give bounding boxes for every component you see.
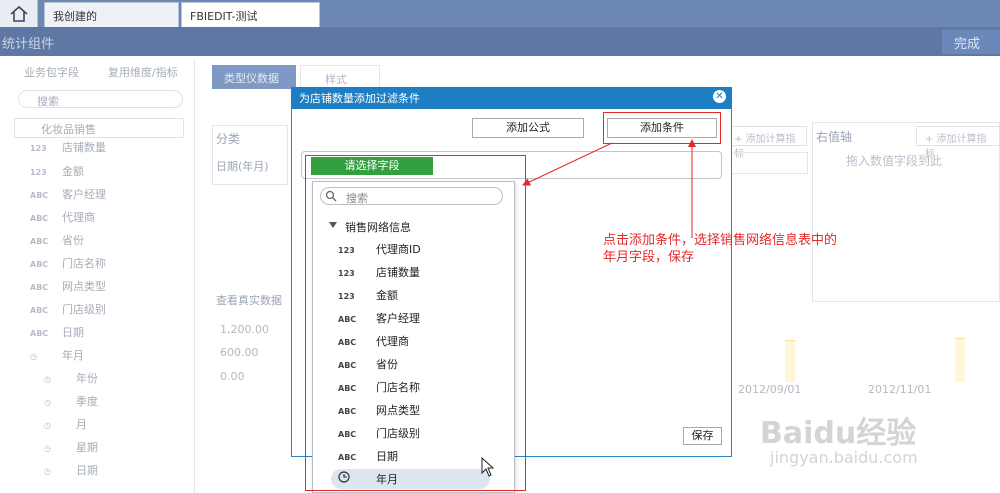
annotation-line: 点击添加条件，选择销售网络信息表中的: [603, 233, 838, 248]
annotation-note: 点击添加条件，选择销售网络信息表中的 年月字段，保存: [603, 232, 837, 266]
baidu-watermark: Baidu经验: [760, 416, 917, 451]
baidu-watermark-url: jingyan.baidu.com: [770, 448, 918, 467]
annotation-line: 年月字段，保存: [603, 250, 695, 265]
